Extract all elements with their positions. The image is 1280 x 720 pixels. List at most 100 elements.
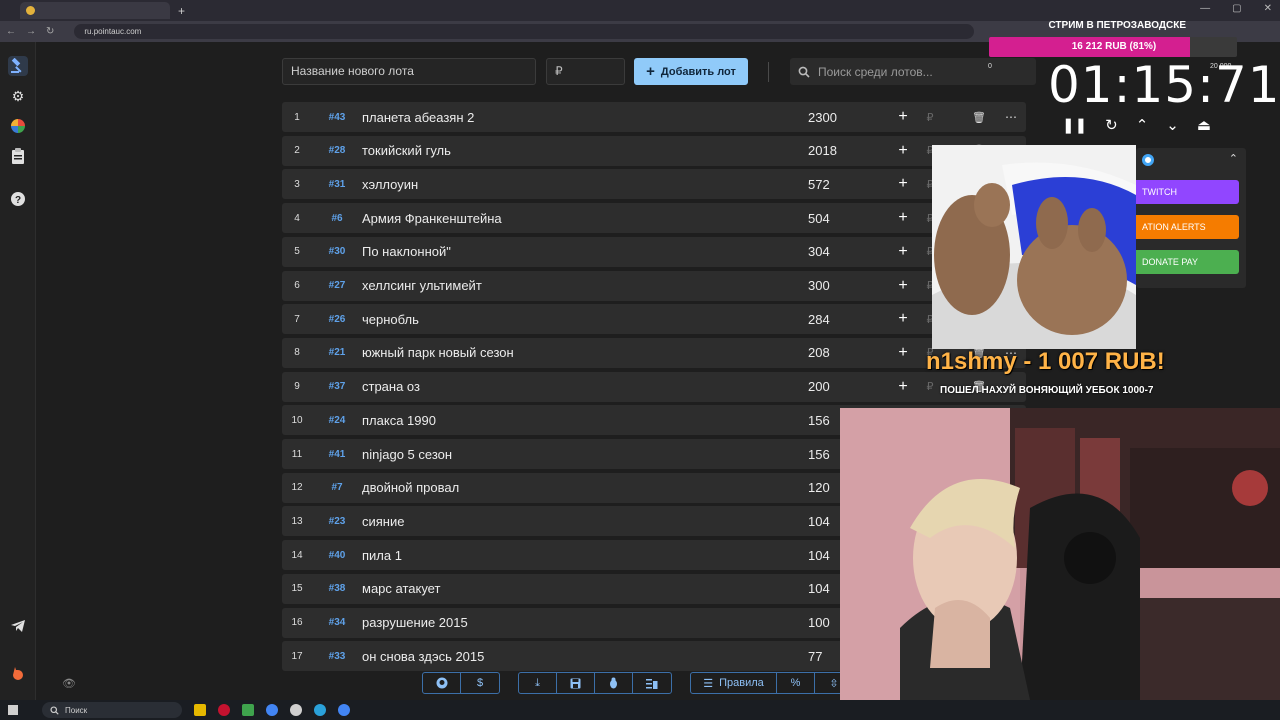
taskbar-search[interactable]: Поиск	[42, 702, 182, 718]
file-explorer-icon[interactable]	[194, 704, 206, 716]
opera-icon[interactable]	[218, 704, 230, 716]
add-amount-icon[interactable]: +	[888, 344, 918, 362]
lot-sum[interactable]: 304	[808, 244, 888, 259]
lot-sum[interactable]: 208	[808, 345, 888, 360]
lot-name[interactable]: планета абеазян 2	[362, 110, 808, 125]
percent-icon[interactable]: %	[777, 673, 815, 693]
back-icon[interactable]: ←	[6, 26, 16, 37]
lot-name[interactable]: Армия Франкенштейна	[362, 211, 808, 226]
lot-sum[interactable]: 284	[808, 312, 888, 327]
clipboard-icon[interactable]	[8, 146, 28, 166]
maximize-icon[interactable]: ▢	[1232, 3, 1241, 14]
donation-alerts-button[interactable]: ATION ALERTS	[1128, 215, 1239, 239]
chrome-icon[interactable]	[266, 704, 278, 716]
add-lot-button[interactable]: + Добавить лот	[634, 58, 748, 85]
lot-name[interactable]: пила 1	[362, 548, 808, 563]
wheel-icon[interactable]	[8, 116, 28, 136]
lot-name[interactable]: хеллсинг ультимейт	[362, 278, 808, 293]
pause-icon[interactable]: ❚❚	[1062, 116, 1087, 134]
lot-name[interactable]: сияние	[362, 514, 808, 529]
lot-id: #7	[331, 482, 343, 494]
lot-row[interactable]: 5#30По наклонной"304+₽🗑⋯	[282, 236, 1026, 267]
close-icon[interactable]: ✕	[1264, 3, 1272, 14]
telegram-taskbar-icon[interactable]	[314, 704, 326, 716]
add-amount-icon[interactable]: +	[888, 108, 918, 126]
windows-start-icon[interactable]	[8, 705, 18, 715]
lot-row[interactable]: 9 #37 страна оз 200 + ₽ 🗑 ⋯	[282, 371, 1026, 402]
clear-list-icon[interactable]	[633, 673, 671, 693]
lot-sum[interactable]: 2018	[808, 143, 888, 158]
lot-price-input[interactable]: ₽	[546, 58, 625, 85]
donatepay-button[interactable]: DONATE PAY	[1128, 250, 1239, 274]
lot-name[interactable]: он снова здэсь 2015	[362, 649, 808, 664]
lot-name[interactable]: ninjago 5 сезон	[362, 447, 808, 462]
auction-gavel-icon[interactable]	[8, 56, 28, 76]
toggle-icon[interactable]	[1142, 154, 1154, 166]
add-amount-icon[interactable]: +	[888, 378, 918, 396]
lot-row[interactable]: 8 #21 южный парк новый сезон 208 + ₽ 🗑 ⋯	[282, 337, 1026, 368]
add-amount-icon[interactable]: +	[888, 175, 918, 193]
delete-lot-icon[interactable]: 🗑	[962, 111, 996, 124]
chevron-up-icon[interactable]: ⌃	[1229, 152, 1238, 165]
lot-sum[interactable]: 2300	[808, 110, 888, 125]
lot-sum[interactable]: 504	[808, 211, 888, 226]
lot-id: #30	[328, 246, 346, 258]
chrome-active-icon[interactable]	[338, 704, 350, 716]
sidebar: ⚙ ?	[0, 42, 36, 700]
lot-search-input[interactable]: Поиск среди лотов...	[790, 58, 1036, 85]
address-bar[interactable]: ru.pointauc.com	[74, 24, 975, 39]
lot-row[interactable]: 7#26чернобль284+₽🗑⋯	[282, 304, 1026, 335]
lot-name[interactable]: южный парк новый сезон	[362, 345, 808, 360]
reload-icon[interactable]: ↻	[46, 26, 54, 37]
eject-icon[interactable]: ⏏	[1197, 116, 1211, 134]
save-icon[interactable]	[557, 673, 595, 693]
chevron-up-icon[interactable]: ⌃	[1136, 116, 1149, 134]
chevron-down-icon[interactable]: ⌄	[1166, 116, 1179, 134]
lot-row[interactable]: 2#28токийский гуль2018+₽🗑⋯	[282, 135, 1026, 166]
add-amount-icon[interactable]: +	[888, 142, 918, 160]
lot-sum[interactable]: 200	[808, 379, 888, 394]
telegram-icon[interactable]	[8, 616, 28, 636]
gear-icon[interactable]: ⚙	[8, 86, 28, 106]
lot-name[interactable]: двойной провал	[362, 480, 808, 495]
lot-name-input[interactable]: Название нового лота	[282, 58, 536, 85]
lot-row[interactable]: 6#27хеллсинг ультимейт300+₽🗑⋯	[282, 270, 1026, 301]
lot-sum[interactable]: 300	[808, 278, 888, 293]
lot-id-value: 24	[334, 414, 346, 426]
github-icon[interactable]	[423, 673, 461, 693]
lot-row[interactable]: 3#31хэллоуин572+₽🗑⋯	[282, 169, 1026, 200]
rules-button[interactable]: ☰ Правила	[691, 673, 777, 693]
donate-dollar-icon[interactable]: $	[461, 673, 499, 693]
lot-name[interactable]: марс атакует	[362, 581, 808, 596]
lot-name[interactable]: токийский гуль	[362, 143, 808, 158]
twitch-button[interactable]: TWITCH	[1128, 180, 1239, 204]
obs-icon[interactable]	[290, 704, 302, 716]
browser-tab[interactable]	[20, 2, 170, 19]
boosty-icon[interactable]	[8, 664, 28, 684]
lot-id: #26	[328, 313, 346, 325]
minecraft-icon[interactable]	[242, 704, 254, 716]
forward-icon[interactable]: →	[26, 26, 36, 37]
lot-name[interactable]: чернобль	[362, 312, 808, 327]
lot-row[interactable]: 4#6Армия Франкенштейна504+₽🗑⋯	[282, 203, 1026, 234]
reset-icon[interactable]: ↻	[1105, 116, 1118, 134]
lot-name[interactable]: По наклонной"	[362, 244, 808, 259]
lot-row[interactable]: 1 #43 планета абеазян 2 2300 + ₽ 🗑 ⋯	[282, 102, 1026, 132]
add-amount-icon[interactable]: +	[888, 277, 918, 295]
donation-alert-title: n1shmy - 1 007 RUB!	[926, 348, 1165, 375]
lot-name[interactable]: хэллоуин	[362, 177, 808, 192]
lot-name[interactable]: страна оз	[362, 379, 808, 394]
bug-icon[interactable]	[595, 673, 633, 693]
new-tab-icon[interactable]: +	[178, 4, 185, 18]
minimize-icon[interactable]: —	[1200, 3, 1210, 14]
help-icon[interactable]: ?	[8, 189, 28, 209]
eye-icon[interactable]: 👁	[62, 677, 76, 690]
add-amount-icon[interactable]: +	[888, 209, 918, 227]
lot-name[interactable]: разрушение 2015	[362, 615, 808, 630]
add-amount-icon[interactable]: +	[888, 243, 918, 261]
more-options-icon[interactable]: ⋯	[996, 110, 1026, 124]
lot-sum[interactable]: 572	[808, 177, 888, 192]
add-amount-icon[interactable]: +	[888, 310, 918, 328]
download-icon[interactable]: ⤓	[519, 673, 557, 693]
lot-name[interactable]: плакса 1990	[362, 413, 808, 428]
